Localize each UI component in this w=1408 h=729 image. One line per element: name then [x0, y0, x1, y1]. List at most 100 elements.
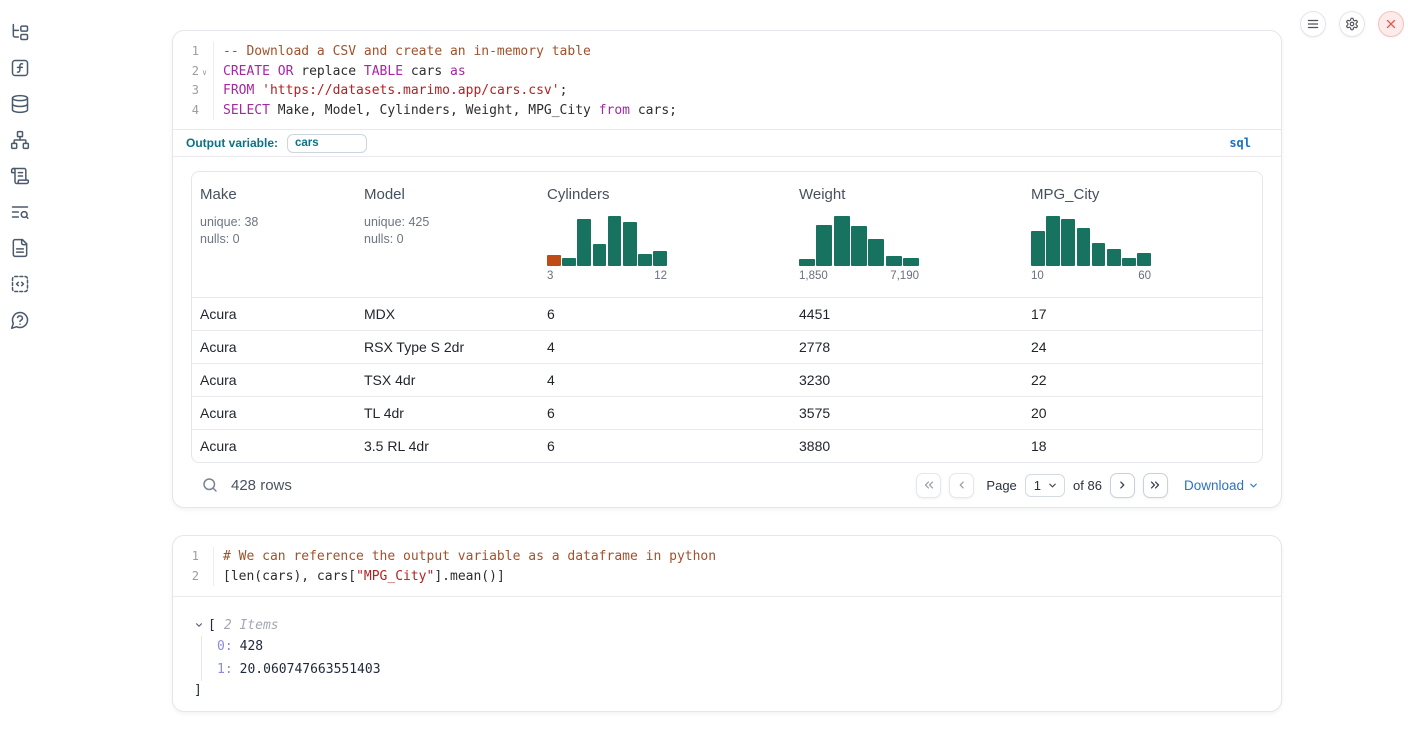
column-label[interactable]: Cylinders: [547, 186, 783, 203]
cell-weight: 2778: [791, 339, 1023, 355]
settings-button[interactable]: [1339, 11, 1365, 37]
notebook-menu-button[interactable]: [1300, 11, 1326, 37]
histogram-bar: [903, 258, 919, 266]
table-body: AcuraMDX6445117AcuraRSX Type S 2dr427782…: [192, 297, 1262, 462]
histogram-bar: [1077, 228, 1091, 266]
last-page-button[interactable]: [1143, 473, 1168, 498]
sidebar: [0, 0, 40, 729]
code-line[interactable]: 1-- Download a CSV and create an in-memo…: [173, 42, 1281, 62]
output-variable-bar: Output variable: sql: [173, 129, 1281, 157]
cell-mpg_city: 17: [1023, 306, 1262, 322]
menu-icon: [1306, 17, 1320, 31]
sidebar-item-logs[interactable]: [10, 202, 30, 222]
shutdown-button[interactable]: [1378, 11, 1404, 37]
cell-model: TSX 4dr: [356, 372, 539, 388]
list-item-index: 0:: [217, 639, 233, 654]
table-row[interactable]: AcuraTSX 4dr4323022: [192, 363, 1262, 396]
table-row[interactable]: AcuraRSX Type S 2dr4277824: [192, 330, 1262, 363]
cell-weight: 3230: [791, 372, 1023, 388]
chevrons-right-icon: [1148, 478, 1162, 492]
histogram-bar: [1031, 231, 1045, 266]
code-text: SELECT Make, Model, Cylinders, Weight, M…: [214, 101, 677, 121]
sidebar-item-help[interactable]: [10, 310, 30, 330]
chevron-right-icon: [1115, 478, 1129, 492]
axis-min-label: 1,850: [799, 270, 828, 282]
next-page-button[interactable]: [1110, 473, 1135, 498]
previous-page-button[interactable]: [949, 473, 974, 498]
fold-chevron-icon[interactable]: ∨: [199, 62, 210, 82]
column-label[interactable]: Weight: [799, 186, 1015, 203]
sidebar-item-scratchpad[interactable]: [10, 166, 30, 186]
text-search-icon: [10, 202, 30, 222]
histogram-bar: [1046, 216, 1060, 266]
collapse-chevron-icon[interactable]: [194, 620, 204, 630]
sidebar-item-variables[interactable]: [10, 58, 30, 78]
first-page-button[interactable]: [916, 473, 941, 498]
language-badge: sql: [1229, 136, 1251, 150]
python-cell: 1# We can reference the output variable …: [172, 535, 1282, 712]
sidebar-item-datasources[interactable]: [10, 94, 30, 114]
marimo-notebook: 1-- Download a CSV and create an in-memo…: [0, 0, 1408, 729]
list-close-bracket: ]: [194, 681, 1281, 701]
line-number: 2: [173, 567, 214, 587]
cell-mpg_city: 20: [1023, 405, 1262, 421]
table-search-button[interactable]: [201, 476, 219, 494]
sidebar-item-dependencies[interactable]: [10, 130, 30, 150]
code-line[interactable]: 4SELECT Make, Model, Cylinders, Weight, …: [173, 101, 1281, 121]
search-icon: [201, 476, 219, 494]
axis-max-label: 12: [654, 270, 667, 282]
list-open-bracket: [: [208, 618, 216, 633]
cell-weight: 3880: [791, 438, 1023, 454]
line-number: 2∨: [173, 62, 214, 82]
histogram-bar: [816, 225, 832, 266]
list-entries: 0:4281:20.060747663551403: [201, 636, 1281, 681]
database-icon: [10, 94, 30, 114]
table-header-row: Makeunique: 38nulls: 0 Model unique: 425nu…: [192, 172, 1262, 297]
code-text: CREATE OR replace TABLE cars as: [214, 62, 466, 82]
line-number: 4: [173, 101, 214, 121]
column-label[interactable]: Make: [200, 186, 348, 203]
page-select-value: 1: [1034, 478, 1041, 493]
column-header-model: Model unique: 425nulls: 0: [356, 172, 539, 297]
cell-cylinders: 4: [539, 372, 791, 388]
chevron-down-icon: [1047, 480, 1058, 491]
table-row[interactable]: Acura3.5 RL 4dr6388018: [192, 429, 1262, 462]
sql-code-editor[interactable]: 1-- Download a CSV and create an in-memo…: [173, 31, 1281, 129]
code-line[interactable]: 3FROM 'https://datasets.marimo.app/cars.…: [173, 81, 1281, 101]
cell-make: Acura: [192, 339, 356, 355]
sidebar-item-file-explorer[interactable]: [10, 22, 30, 42]
code-line[interactable]: 2∨CREATE OR replace TABLE cars as: [173, 62, 1281, 82]
page-select[interactable]: 1: [1025, 474, 1065, 497]
column-label[interactable]: Model: [364, 186, 531, 203]
histogram-cylinders: 312: [547, 216, 667, 282]
axis-max-label: 60: [1138, 270, 1151, 282]
column-header-make: Makeunique: 38nulls: 0: [192, 172, 356, 297]
histogram-bar: [1122, 258, 1136, 266]
table-row[interactable]: AcuraMDX6445117: [192, 297, 1262, 330]
histogram-bar: [799, 259, 815, 266]
code-line[interactable]: 1# We can reference the output variable …: [173, 547, 1281, 567]
line-number: 3: [173, 81, 214, 101]
cell-mpg_city: 18: [1023, 438, 1262, 454]
cell-weight: 4451: [791, 306, 1023, 322]
histogram-bar: [608, 216, 622, 266]
python-code-editor[interactable]: 1# We can reference the output variable …: [173, 536, 1281, 597]
row-count: 428 rows: [231, 477, 292, 494]
cell-cylinders: 4: [539, 339, 791, 355]
code-line[interactable]: 2[len(cars), cars["MPG_City"].mean()]: [173, 567, 1281, 587]
download-button[interactable]: Download: [1184, 478, 1259, 493]
code-text: [len(cars), cars["MPG_City"].mean()]: [214, 567, 505, 587]
list-item-value: 20.060747663551403: [240, 662, 381, 677]
histogram-bar: [868, 239, 884, 266]
column-stats: unique: 425nulls: 0: [364, 214, 531, 247]
output-variable-input[interactable]: [287, 134, 367, 153]
sidebar-item-snippets[interactable]: [10, 274, 30, 294]
table-row[interactable]: AcuraTL 4dr6357520: [192, 396, 1262, 429]
cell-cylinders: 6: [539, 306, 791, 322]
histogram-bar: [1092, 243, 1106, 266]
cell-make: Acura: [192, 405, 356, 421]
line-number: 1: [173, 42, 214, 62]
column-label[interactable]: MPG_City: [1031, 186, 1254, 203]
sidebar-item-documentation[interactable]: [10, 238, 30, 258]
cell-weight: 3575: [791, 405, 1023, 421]
